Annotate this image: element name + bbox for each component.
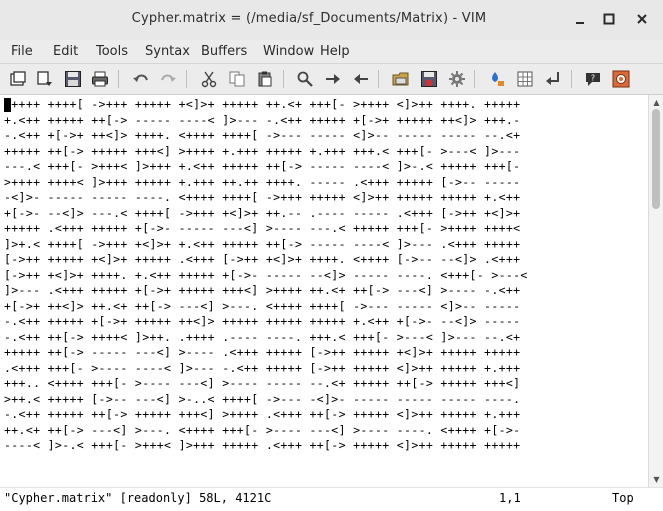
maximize-button[interactable]	[598, 8, 620, 30]
buffer-line[interactable]: .<+++ +++[- >---- ----< ]>--- -.<++ ++++…	[4, 361, 520, 375]
menu-bar: File Edit Tools Syntax Buffers Window He…	[0, 40, 663, 64]
menu-buffers[interactable]: Buffers	[201, 44, 247, 59]
jump-tag-icon[interactable]	[543, 69, 563, 89]
toolbar-separator	[186, 70, 187, 88]
file-info-message: "Cypher.matrix" [readonly] 58L, 4121C	[4, 491, 272, 505]
buffer-line[interactable]: +.<++ +++++ ++[-> ----- ----< ]>--- -.<+…	[4, 113, 520, 127]
buffer-line[interactable]: >++.< +++++ [->-- ---<] >-..< ++++[ ->--…	[4, 392, 520, 406]
vertical-scrollbar[interactable]: ▲ ▼	[648, 95, 663, 487]
buffer-line[interactable]: +++++ ++++[ ->+++ +++++ +<]>+ +++++ ++.<…	[4, 97, 520, 111]
buffer-line[interactable]: [->++ +++++ +<]>+ +++++ .<+++ [->++ +<]>…	[4, 252, 520, 266]
buffer-line[interactable]: +[->+ ++<]> ++.<+ ++[-> ---<] >---. <+++…	[4, 299, 520, 313]
find-icon[interactable]	[295, 69, 315, 89]
save-icon[interactable]	[63, 69, 83, 89]
buffer-line[interactable]: [->++ +<]>+ ++++. +.<++ +++++ +[->- ----…	[4, 268, 528, 282]
buffer-line[interactable]: +++++ ++[-> +++++ +++<] >++++ +.+++ ++++…	[4, 144, 520, 158]
find-prev-icon[interactable]	[351, 69, 371, 89]
cursor-position: 1,1	[499, 491, 521, 505]
load-session-icon[interactable]	[391, 69, 411, 89]
buffer-line[interactable]: -<]>- ----- ----- ----. <++++ ++++[ ->++…	[4, 190, 520, 204]
scrollbar-thumb[interactable]	[652, 109, 660, 209]
open-icon[interactable]	[8, 69, 28, 89]
toolbar-separator	[571, 70, 572, 88]
buffer-line[interactable]: ++.<+ ++[-> ---<] >---. <++++ +++[- >---…	[4, 423, 520, 437]
menu-help[interactable]: Help	[320, 44, 350, 59]
copy-icon[interactable]	[227, 69, 247, 89]
title-bar: Cypher.matrix = (/media/sf_Documents/Mat…	[0, 0, 663, 41]
buffer-line[interactable]: ]>+.< ++++[ ->+++ +<]>+ +.<++ +++++ ++[-…	[4, 237, 520, 251]
toolbar: ?	[0, 64, 663, 95]
buffer-line[interactable]: +++++ .<+++ +++++ +[->- ----- ---<] >---…	[4, 221, 520, 235]
toolbar-separator	[283, 70, 284, 88]
buffer-line[interactable]: ---.< +++[- >+++< ]>+++ +.<++ +++++ ++[-…	[4, 159, 520, 173]
redo-icon[interactable]	[158, 69, 178, 89]
find-next-icon[interactable]	[323, 69, 343, 89]
text-editor-area[interactable]: +++++ ++++[ ->+++ +++++ +<]>+ +++++ ++.<…	[0, 95, 648, 487]
run-script-icon[interactable]	[447, 69, 467, 89]
menu-window[interactable]: Window	[263, 44, 314, 59]
svg-text:?: ?	[591, 74, 595, 83]
help-icon[interactable]: ?	[583, 69, 603, 89]
window-title: Cypher.matrix = (/media/sf_Documents/Mat…	[131, 11, 487, 26]
menu-tools[interactable]: Tools	[96, 44, 128, 59]
menu-file[interactable]: File	[11, 44, 33, 59]
maximize-icon	[603, 13, 615, 25]
scroll-position: Top	[612, 491, 634, 505]
buffer-line[interactable]: +[->- --<]> ---.< ++++[ ->+++ +<]>+ ++.-…	[4, 206, 520, 220]
toolbar-separator	[474, 70, 475, 88]
cut-icon[interactable]	[199, 69, 219, 89]
toolbar-separator	[378, 70, 379, 88]
minimize-button[interactable]	[569, 8, 591, 30]
menu-edit[interactable]: Edit	[53, 44, 78, 59]
scroll-down-icon[interactable]: ▼	[652, 475, 661, 484]
undo-icon[interactable]	[131, 69, 151, 89]
buffer-line[interactable]: +++.. <++++ +++[- >---- ---<] >---- ----…	[4, 376, 520, 390]
toolbar-separator	[118, 70, 119, 88]
ctags-icon[interactable]	[515, 69, 535, 89]
buffer-line[interactable]: ----< ]>-.< +++[- >+++< ]>+++ +++++ .<++…	[4, 438, 520, 452]
buffer-line[interactable]: +++++ ++[-> ----- ---<] >---- .<+++ ++++…	[4, 345, 520, 359]
status-line: "Cypher.matrix" [readonly] 58L, 4121C 1,…	[0, 487, 663, 511]
buffer-line[interactable]: -.<++ +++++ ++[-> +++++ +++<] >++++ .<++…	[4, 407, 520, 421]
buffer-line[interactable]: -.<++ ++[-> ++++< ]>++. .++++ .---- ----…	[4, 330, 520, 344]
find-help-icon[interactable]	[611, 69, 631, 89]
save-session-icon[interactable]	[35, 69, 55, 89]
close-icon	[637, 14, 647, 24]
buffer-line[interactable]: >++++ ++++< ]>+++ +++++ +.+++ ++.++ ++++…	[4, 175, 520, 189]
close-button[interactable]	[631, 8, 653, 30]
save-session-2-icon[interactable]	[419, 69, 439, 89]
buffer-text[interactable]: +++++ ++++[ ->+++ +++++ +<]>+ +++++ ++.<…	[4, 97, 528, 454]
scroll-up-icon[interactable]: ▲	[652, 98, 661, 107]
paste-icon[interactable]	[255, 69, 275, 89]
buffer-line[interactable]: -.<++ +++++ +[->+ +++++ ++<]> +++++ ++++…	[4, 314, 520, 328]
print-icon[interactable]	[90, 69, 110, 89]
minimize-icon	[576, 22, 584, 24]
buffer-line[interactable]: -.<++ +[->+ ++<]> ++++. <++++ ++++[ ->--…	[4, 128, 520, 142]
buffer-line[interactable]: ]>--- .<+++ +++++ +[->+ +++++ +++<] >+++…	[4, 283, 520, 297]
menu-syntax[interactable]: Syntax	[145, 44, 190, 59]
make-icon[interactable]	[487, 69, 507, 89]
text-cursor	[4, 98, 11, 112]
